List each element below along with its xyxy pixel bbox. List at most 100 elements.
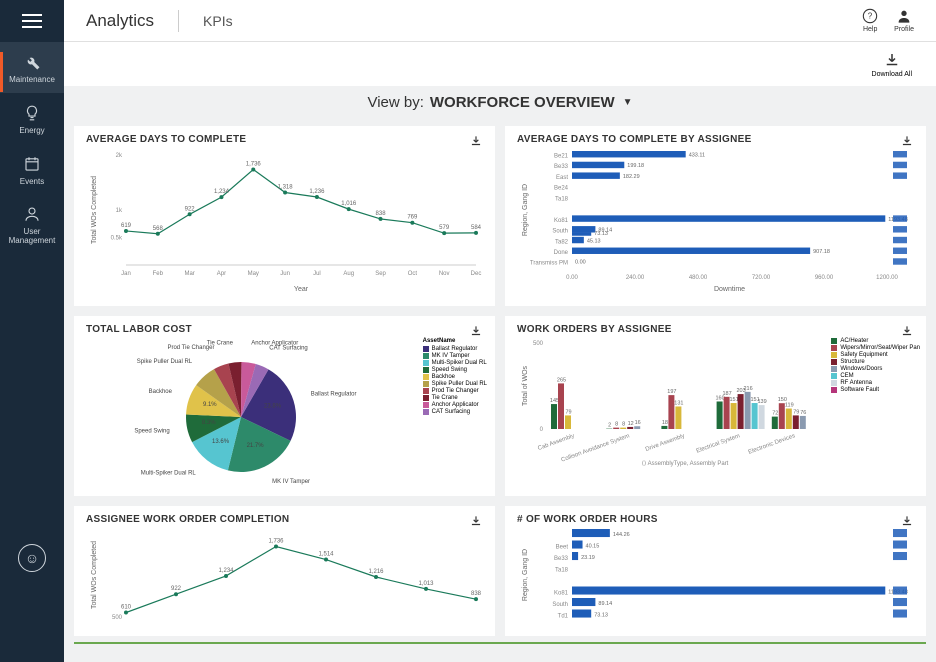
svg-text:Jul: Jul <box>313 271 321 277</box>
dashboard-content: AVERAGE DAYS TO COMPLETE 0.5k1k2k619Jan5… <box>64 118 936 662</box>
card-assignee-completion: ASSIGNEE WORK ORDER COMPLETION Total WOs… <box>74 506 495 636</box>
svg-text:Backhoe: Backhoe <box>149 389 173 395</box>
svg-text:619: 619 <box>121 223 132 229</box>
svg-text:Ballast Regulator: Ballast Regulator <box>311 391 357 397</box>
svg-text:Electronic Devices: Electronic Devices <box>748 433 796 456</box>
wrench-icon <box>22 52 42 72</box>
svg-text:Oct: Oct <box>408 271 418 277</box>
svg-text:240.00: 240.00 <box>626 275 645 281</box>
svg-text:9.1%: 9.1% <box>203 402 217 408</box>
svg-text:1,514: 1,514 <box>318 552 334 558</box>
svg-text:151: 151 <box>730 397 739 403</box>
card-title: ASSIGNEE WORK ORDER COMPLETION <box>86 514 483 525</box>
svg-text:Ko81: Ko81 <box>554 591 569 597</box>
topbar: Analytics KPIs ? Help Profile <box>64 0 936 42</box>
sidebar-item-user-management[interactable]: User Management <box>0 194 64 254</box>
svg-text:40.15: 40.15 <box>586 544 600 550</box>
svg-text:Ko81: Ko81 <box>554 218 569 224</box>
svg-text:Cab Assembly: Cab Assembly <box>537 433 575 452</box>
svg-text:139: 139 <box>758 399 767 405</box>
svg-text:433.11: 433.11 <box>689 152 705 158</box>
svg-text:579: 579 <box>439 225 450 231</box>
svg-text:Electrical System: Electrical System <box>696 433 741 454</box>
svg-text:Tie Crane: Tie Crane <box>207 340 234 346</box>
svg-text:1200.00: 1200.00 <box>876 275 898 281</box>
sidebar-item-events[interactable]: Events <box>0 144 64 195</box>
svg-text:Year: Year <box>294 286 309 293</box>
menu-toggle[interactable] <box>0 0 64 42</box>
card-wo-assignee: WORK ORDERS BY ASSIGNEE 14526579Cab Asse… <box>505 316 926 496</box>
svg-text:610: 610 <box>121 605 132 611</box>
svg-text:Apr: Apr <box>217 271 226 277</box>
svg-text:Downtime: Downtime <box>714 286 745 293</box>
svg-text:1,016: 1,016 <box>341 201 357 207</box>
svg-text:1,013: 1,013 <box>418 581 434 587</box>
svg-text:73.13: 73.13 <box>594 613 608 619</box>
user-icon <box>22 204 42 224</box>
download-all-button[interactable]: Download All <box>872 51 912 78</box>
svg-text:Jan: Jan <box>121 271 131 277</box>
svg-text:Be33: Be33 <box>554 164 569 170</box>
svg-text:265: 265 <box>557 377 566 383</box>
card-title: TOTAL LABOR COST <box>86 324 483 335</box>
svg-text:Ta18: Ta18 <box>555 568 569 574</box>
svg-text:⟨⟩ AssemblyType, Assembly Part: ⟨⟩ AssemblyType, Assembly Part <box>642 460 729 467</box>
svg-text:216: 216 <box>744 386 753 392</box>
svg-text:13.6%: 13.6% <box>212 439 230 445</box>
svg-text:1,736: 1,736 <box>246 162 262 168</box>
help-button[interactable]: ? Help <box>862 8 878 33</box>
help-icon: ? <box>862 8 878 24</box>
svg-text:1,234: 1,234 <box>214 189 230 195</box>
svg-text:Region, Gang ID: Region, Gang ID <box>522 549 529 601</box>
svg-text:79: 79 <box>793 409 799 415</box>
svg-text:Ta82: Ta82 <box>555 239 569 245</box>
pie-legend: AssetName Ballast RegulatorMK IV TamperM… <box>423 338 487 416</box>
svg-text:960.00: 960.00 <box>815 275 834 281</box>
card-avg-days-assignee: AVERAGE DAYS TO COMPLETE BY ASSIGNEE Be2… <box>505 126 926 306</box>
svg-text:1k: 1k <box>116 208 123 214</box>
sidebar: Maintenance Energy Events User Managemen… <box>0 0 64 662</box>
svg-text:197: 197 <box>667 389 676 395</box>
svg-text:South: South <box>552 229 568 235</box>
svg-text:500: 500 <box>112 615 123 621</box>
toolbar: Download All <box>64 42 936 86</box>
svg-text:568: 568 <box>153 226 164 232</box>
brand-logo-icon: ☺ <box>18 544 46 572</box>
svg-text:May: May <box>248 271 259 277</box>
svg-text:187: 187 <box>723 391 732 397</box>
calendar-icon <box>22 154 42 174</box>
card-title: AVERAGE DAYS TO COMPLETE BY ASSIGNEE <box>517 134 914 145</box>
viewby-selector[interactable]: View by: WORKFORCE OVERVIEW ▼ <box>64 86 936 118</box>
svg-text:CAT Surfacing: CAT Surfacing <box>269 346 307 352</box>
svg-text:Transmiss PM: Transmiss PM <box>530 261 568 267</box>
svg-text:907.18: 907.18 <box>813 249 830 255</box>
svg-text:Total of WOs: Total of WOs <box>522 365 529 406</box>
svg-text:23.8%: 23.8% <box>264 403 282 409</box>
nav-label: Events <box>20 178 44 187</box>
svg-text:Be21: Be21 <box>554 153 569 159</box>
svg-text:Beet: Beet <box>556 545 569 551</box>
svg-text:Nov: Nov <box>439 271 450 277</box>
svg-text:Td1: Td1 <box>558 614 569 620</box>
svg-text:8: 8 <box>615 422 618 428</box>
svg-text:76: 76 <box>800 410 806 416</box>
sidebar-item-energy[interactable]: Energy <box>0 93 64 144</box>
card-wo-hours: # OF WORK ORDER HOURS 144.26Beet40.15Be3… <box>505 506 926 636</box>
svg-text:Speed Swing: Speed Swing <box>134 429 169 435</box>
svg-text:East: East <box>556 175 568 181</box>
chevron-down-icon: ▼ <box>623 97 633 108</box>
svg-text:Aug: Aug <box>343 271 354 277</box>
svg-text:2: 2 <box>608 423 611 429</box>
sidebar-item-maintenance[interactable]: Maintenance <box>0 42 64 93</box>
svg-text:182.29: 182.29 <box>623 174 640 180</box>
svg-text:Feb: Feb <box>153 271 164 277</box>
profile-button[interactable]: Profile <box>894 8 914 33</box>
viewby-value: WORKFORCE OVERVIEW <box>430 94 615 111</box>
svg-text:73.13: 73.13 <box>594 231 608 237</box>
svg-text:500: 500 <box>533 341 544 347</box>
svg-text:79: 79 <box>565 409 571 415</box>
svg-text:Total WOs Completed: Total WOs Completed <box>91 176 98 244</box>
svg-text:838: 838 <box>471 591 482 597</box>
hbar-chart: 144.26Beet40.15Be3323.19Ta18Ko811193.48S… <box>517 525 914 625</box>
svg-text:922: 922 <box>185 206 196 212</box>
